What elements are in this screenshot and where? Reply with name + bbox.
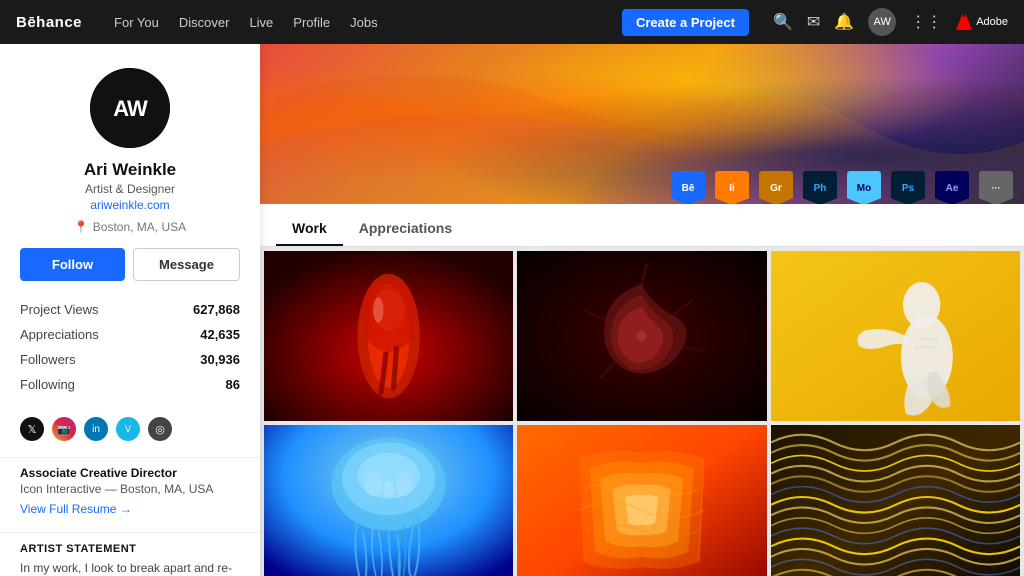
custom-link-icon[interactable]: ◎ [148,417,172,441]
sidebar: AW Ari Weinkle Artist & Designer ariwein… [0,44,260,576]
twitter-icon[interactable]: 𝕏 [20,417,44,441]
nav-icon-group: 🔍 ✉ 🔔 AW ⋮⋮ Adobe [773,8,1008,36]
message-icon[interactable]: ✉ [807,12,820,32]
nav-live[interactable]: Live [249,15,273,30]
badge-il-label: Ii [729,183,735,194]
nav-links: For You Discover Live Profile Jobs [114,15,598,30]
divider-2 [0,532,260,533]
portfolio-item-2[interactable] [517,251,766,421]
artist-statement-title: ARTIST STATEMENT [0,537,260,559]
badge-illustrator: Ii 8 [712,171,752,204]
badge-more: ··· 13 [976,171,1016,204]
avatar[interactable]: AW [868,8,896,36]
badge-ae-label: Ae [946,183,959,194]
nav-jobs[interactable]: Jobs [350,15,377,30]
location-pin-icon: 📍 [74,220,89,234]
instagram-icon[interactable]: 📷 [52,417,76,441]
nav-foryou[interactable]: For You [114,15,159,30]
stat-value-followers: 30,936 [200,352,240,367]
location-text: Boston, MA, USA [93,220,186,234]
stat-row-appreciations: Appreciations 42,635 [20,322,240,347]
artist-statement-text: In my work, I look to break apart and re… [0,559,260,576]
badge-photoshop: Ph [800,171,840,204]
view-resume-link[interactable]: View Full Resume → [0,502,260,528]
nav-discover[interactable]: Discover [179,15,230,30]
main-layout: AW Ari Weinkle Artist & Designer ariwein… [0,44,1024,576]
linkedin-icon[interactable]: in [84,417,108,441]
follow-button[interactable]: Follow [20,248,125,281]
create-project-button[interactable]: Create a Project [622,9,749,36]
grid-icon[interactable]: ⋮⋮ [910,12,942,32]
action-buttons: Follow Message [0,248,260,297]
profile-website[interactable]: ariweinkle.com [0,198,260,220]
skill-badges: Bē 18 Ii 8 Gr 2 [668,171,1016,204]
stat-row-following: Following 86 [20,372,240,397]
profile-location: 📍 Boston, MA, USA [0,220,260,248]
tabs-bar: Work Appreciations [260,204,1024,247]
badge-ae: Ae [932,171,972,204]
stat-value-views: 627,868 [193,302,240,317]
stats-table: Project Views 627,868 Appreciations 42,6… [0,297,260,409]
stat-value-following: 86 [226,377,240,392]
badge-behance: Bē 18 [668,171,708,204]
badge-be-label: Bē [682,183,695,194]
message-button[interactable]: Message [133,248,240,281]
profile-avatar: AW [90,68,170,148]
badge-graphic: Gr 2 [756,171,796,204]
profile-banner: Bē 18 Ii 8 Gr 2 [260,44,1024,204]
portfolio-item-4[interactable] [264,425,513,576]
stat-row-views: Project Views 627,868 [20,297,240,322]
vimeo-icon[interactable]: V [116,417,140,441]
badge-ph-label: Ph [814,183,827,194]
profile-name: Ari Weinkle [0,160,260,182]
stat-label-followers: Followers [20,352,76,367]
portfolio-item-5[interactable] [517,425,766,576]
badge-gr-label: Gr [770,183,782,194]
badge-motion: Mo 3 [844,171,884,204]
stat-row-followers: Followers 30,936 [20,347,240,372]
nav-profile[interactable]: Profile [293,15,330,30]
content-area: Bē 18 Ii 8 Gr 2 [260,44,1024,576]
portfolio-item-6[interactable] [771,425,1020,576]
badge-ps: Ps [888,171,928,204]
portfolio-item-3[interactable] [771,251,1020,421]
svg-text:AW: AW [113,96,148,121]
divider [0,457,260,458]
badge-ps-label: Ps [902,183,914,194]
portfolio-item-1[interactable] [264,251,513,421]
portfolio-grid [260,247,1024,576]
profile-title: Artist & Designer [0,182,260,198]
badge-mo-label: Mo [857,183,871,194]
behance-logo[interactable]: Bēhance [16,14,82,31]
adobe-logo: Adobe [956,14,1008,30]
job-title: Associate Creative Director [0,462,260,482]
job-company: Icon Interactive — Boston, MA, USA [0,482,260,502]
stat-value-appreciations: 42,635 [200,327,240,342]
tab-appreciations[interactable]: Appreciations [343,212,468,246]
badge-more-label: ··· [992,183,1001,193]
stat-label-appreciations: Appreciations [20,327,99,342]
tab-work[interactable]: Work [276,212,343,246]
avatar-wrap: AW [0,44,260,160]
search-icon[interactable]: 🔍 [773,12,793,32]
social-icons: 𝕏 📷 in V ◎ [0,409,260,453]
stat-label-following: Following [20,377,75,392]
stat-label-views: Project Views [20,302,99,317]
navbar: Bēhance For You Discover Live Profile Jo… [0,0,1024,44]
bell-icon[interactable]: 🔔 [834,12,854,32]
